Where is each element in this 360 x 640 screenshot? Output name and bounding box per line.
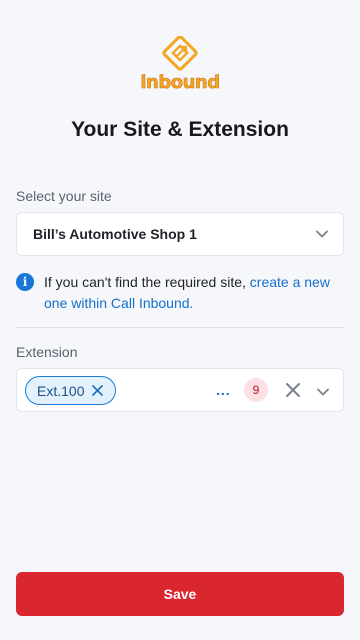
more-indicator[interactable]: ... — [216, 382, 231, 398]
save-button[interactable]: Save — [16, 572, 344, 616]
extension-chip[interactable]: Ext.100 — [25, 376, 116, 405]
info-text: If you can't find the required site, — [44, 274, 246, 290]
inbound-logo: inbound — [140, 36, 220, 94]
svg-text:inbound: inbound — [140, 72, 219, 93]
site-label: Select your site — [16, 188, 112, 204]
selected-count-badge: 9 — [244, 378, 268, 402]
close-icon[interactable] — [285, 382, 301, 398]
chevron-down-icon — [315, 227, 329, 241]
page-title: Your Site & Extension — [71, 118, 289, 141]
site-select[interactable]: Bill’s Automotive Shop 1 — [16, 212, 344, 256]
chevron-down-icon[interactable] — [317, 383, 331, 397]
extension-multiselect[interactable]: Ext.100 ... 9 — [16, 368, 344, 412]
chip-label: Ext.100 — [37, 382, 85, 399]
site-help-note: i If you can't find the required site, c… — [16, 272, 346, 314]
extension-label: Extension — [16, 344, 78, 360]
site-select-value: Bill’s Automotive Shop 1 — [33, 226, 197, 242]
divider — [16, 327, 344, 328]
remove-chip-icon[interactable] — [91, 385, 103, 397]
info-icon: i — [16, 273, 34, 291]
